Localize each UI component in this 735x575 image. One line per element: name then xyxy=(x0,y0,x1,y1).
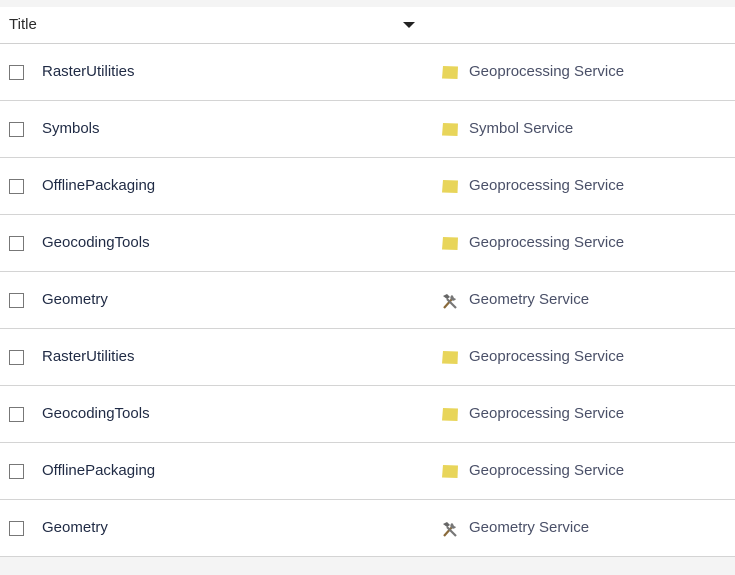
table-row[interactable]: RasterUtilities Geoprocessing Service xyxy=(0,44,735,101)
row-type: Geoprocessing Service xyxy=(469,348,625,365)
row-type: Symbol Service xyxy=(469,120,574,137)
row-type: Geometry Service xyxy=(469,291,590,308)
table-row[interactable]: RasterUtilities Geoprocessing Service xyxy=(0,329,735,386)
table-row[interactable]: OfflinePackaging Geoprocessing Service xyxy=(0,158,735,215)
row-checkbox[interactable] xyxy=(9,407,24,422)
table-row[interactable]: Geometry Geometry Service xyxy=(0,500,735,557)
table-header: Title xyxy=(0,7,735,44)
row-type: Geoprocessing Service xyxy=(469,405,625,422)
row-type: Geoprocessing Service xyxy=(469,462,625,479)
row-type: Geoprocessing Service xyxy=(469,177,625,194)
tools-icon xyxy=(441,293,459,309)
folder-icon xyxy=(441,464,459,479)
row-title[interactable]: OfflinePackaging xyxy=(42,177,155,194)
table-row[interactable]: OfflinePackaging Geoprocessing Service xyxy=(0,443,735,500)
tools-icon xyxy=(441,521,459,537)
row-title[interactable]: Geometry xyxy=(42,519,108,536)
folder-icon xyxy=(441,122,459,137)
sort-dropdown-icon[interactable] xyxy=(403,22,415,28)
services-table: Title RasterUtilities Geoprocessing Serv… xyxy=(0,7,735,557)
row-title[interactable]: Geometry xyxy=(42,291,108,308)
row-checkbox[interactable] xyxy=(9,179,24,194)
row-title[interactable]: GeocodingTools xyxy=(42,405,150,422)
folder-icon xyxy=(441,179,459,194)
row-checkbox[interactable] xyxy=(9,65,24,80)
row-checkbox[interactable] xyxy=(9,236,24,251)
row-type: Geoprocessing Service xyxy=(469,63,625,80)
row-type: Geometry Service xyxy=(469,519,590,536)
table-row[interactable]: Symbols Symbol Service xyxy=(0,101,735,158)
row-title[interactable]: RasterUtilities xyxy=(42,63,135,80)
row-checkbox[interactable] xyxy=(9,464,24,479)
row-title[interactable]: GeocodingTools xyxy=(42,234,150,251)
table-row[interactable]: Geometry Geometry Service xyxy=(0,272,735,329)
folder-icon xyxy=(441,65,459,80)
row-checkbox[interactable] xyxy=(9,521,24,536)
row-checkbox[interactable] xyxy=(9,350,24,365)
row-checkbox[interactable] xyxy=(9,293,24,308)
row-type: Geoprocessing Service xyxy=(469,234,625,251)
folder-icon xyxy=(441,407,459,422)
title-column-header[interactable]: Title xyxy=(9,16,37,33)
row-title[interactable]: RasterUtilities xyxy=(42,348,135,365)
row-checkbox[interactable] xyxy=(9,122,24,137)
table-row[interactable]: GeocodingTools Geoprocessing Service xyxy=(0,386,735,443)
folder-icon xyxy=(441,236,459,251)
row-title[interactable]: Symbols xyxy=(42,120,100,137)
table-row[interactable]: GeocodingTools Geoprocessing Service xyxy=(0,215,735,272)
folder-icon xyxy=(441,350,459,365)
row-title[interactable]: OfflinePackaging xyxy=(42,462,155,479)
